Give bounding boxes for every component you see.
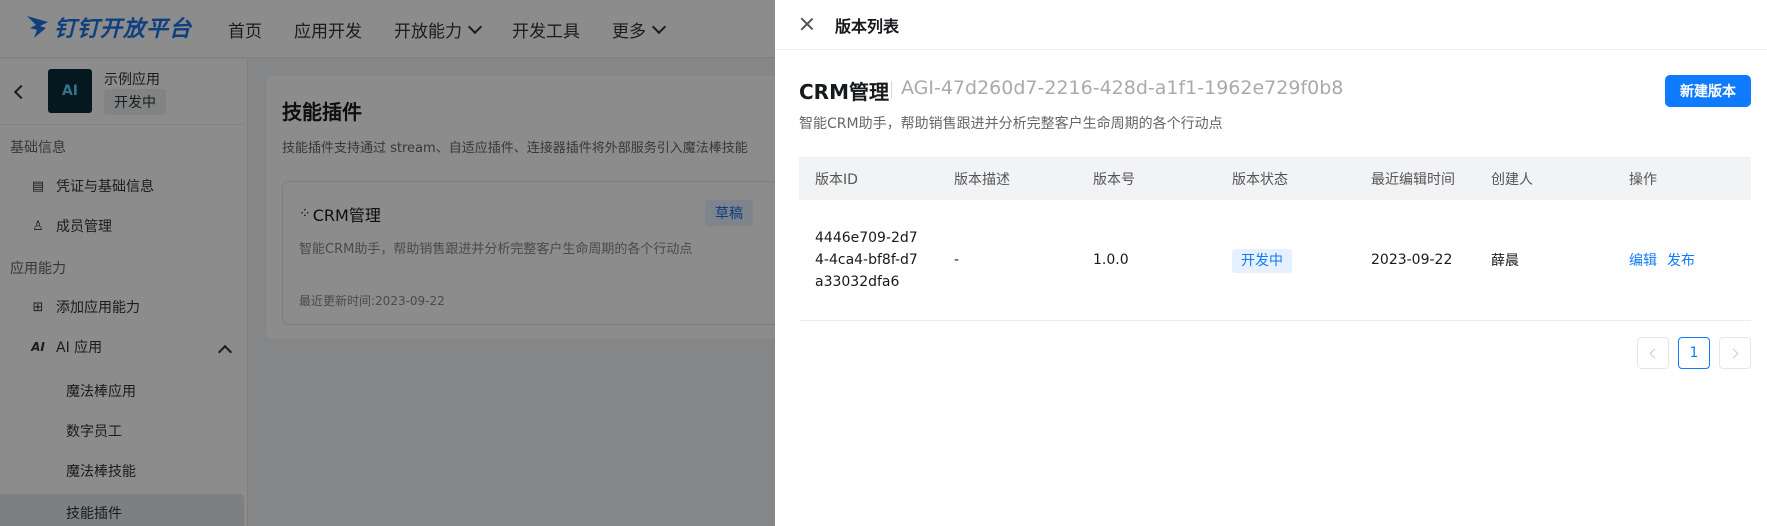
modal-mask[interactable]	[0, 0, 775, 526]
drawer-title: 版本列表	[835, 17, 900, 36]
prev-page-button[interactable]	[1637, 337, 1669, 369]
chevron-right-icon	[1728, 348, 1739, 358]
new-version-button[interactable]: 新建版本	[1665, 75, 1751, 107]
table-row: 4446e709-2d74-4ca4-bf8f-d7a33032dfa6 - 1…	[799, 200, 1751, 321]
column-header-edited: 最近编辑时间	[1371, 171, 1455, 188]
plugin-name: CRM管理	[799, 80, 889, 104]
table-header: 版本ID 版本描述 版本号 版本状态 最近编辑时间 创建人 操作	[799, 157, 1751, 200]
cell-version-id: 4446e709-2d74-4ca4-bf8f-d7a33032dfa6	[799, 227, 938, 293]
title-divider	[891, 81, 892, 99]
next-page-button[interactable]	[1719, 337, 1751, 369]
pagination: 1	[1637, 337, 1751, 369]
column-header-description: 版本描述	[954, 171, 1010, 188]
publish-link[interactable]: 发布	[1667, 253, 1695, 269]
cell-actions: 编辑 发布	[1613, 250, 1751, 270]
status-badge: 开发中	[1232, 249, 1292, 273]
cell-version: 1.0.0	[1093, 252, 1129, 268]
version-list-drawer: 版本列表 CRM管理 AGI-47d260d7-2216-428d-a1f1-1…	[775, 0, 1767, 526]
plugin-description: 智能CRM助手，帮助销售跟进并分析完整客户生命周期的各个行动点	[799, 116, 1223, 132]
cell-status: 开发中	[1216, 249, 1355, 273]
edit-link[interactable]: 编辑	[1629, 253, 1657, 269]
column-header-actions: 操作	[1629, 171, 1657, 188]
page-number[interactable]: 1	[1678, 337, 1710, 369]
chevron-left-icon	[1649, 348, 1660, 358]
column-header-version: 版本号	[1093, 171, 1135, 188]
column-header-version-id: 版本ID	[815, 171, 858, 188]
cell-creator: 薛晨	[1491, 253, 1519, 269]
cell-edited: 2023-09-22	[1371, 252, 1453, 268]
cell-description: -	[954, 252, 960, 268]
column-header-creator: 创建人	[1491, 171, 1533, 188]
version-table: 版本ID 版本描述 版本号 版本状态 最近编辑时间 创建人 操作 4446e70…	[799, 157, 1751, 321]
drawer-header: 版本列表	[775, 0, 1767, 50]
plugin-id: AGI-47d260d7-2216-428d-a1f1-1962e729f0b8	[901, 77, 1344, 99]
version-id-text: 4446e709-2d74-4ca4-bf8f-d7a33032dfa6	[815, 230, 918, 290]
close-icon[interactable]	[797, 14, 817, 34]
column-header-status: 版本状态	[1232, 171, 1288, 188]
